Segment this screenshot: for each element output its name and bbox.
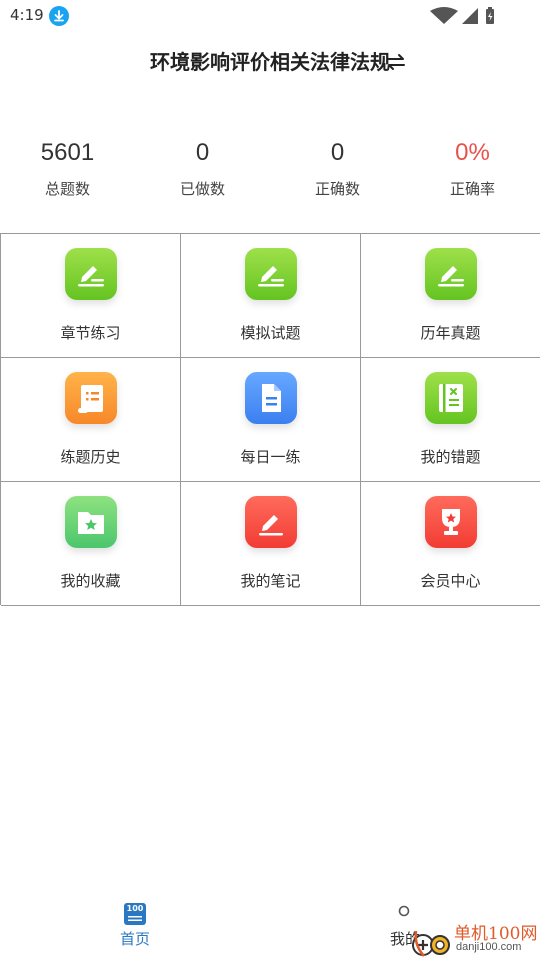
grid-item-label: 历年真题	[420, 324, 481, 342]
grid-item-label: 我的收藏	[60, 572, 121, 590]
grid-item-practice-history[interactable]: 练题历史	[1, 358, 181, 482]
document-icon	[245, 372, 297, 424]
stat-value: 0	[195, 139, 210, 166]
grid-item-wrong-questions[interactable]: 我的错题	[361, 358, 540, 482]
download-icon	[49, 6, 69, 26]
stat-done: 0 已做数	[135, 134, 270, 214]
grid-item-notes[interactable]: 我的笔记	[181, 482, 361, 606]
nav-item-home[interactable]: 100 首页	[100, 903, 170, 955]
status-bar: 4:19	[0, 0, 540, 32]
user-icon	[398, 905, 410, 917]
wrong-book-icon	[425, 372, 477, 424]
edit-icon	[425, 248, 477, 300]
stat-correct: 0 正确数	[270, 134, 405, 214]
home-icon-text: 100	[126, 904, 144, 913]
scroll-icon	[65, 372, 117, 424]
signal-icon	[462, 8, 478, 24]
switch-icon[interactable]	[386, 53, 406, 71]
watermark-url: danji100.com	[456, 941, 522, 953]
grid-item-label: 每日一练	[240, 448, 301, 466]
grid-item-label: 会员中心	[420, 572, 481, 590]
stat-label: 总题数	[44, 180, 90, 198]
watermark: 单机100网 danji100.com	[412, 915, 540, 960]
wifi-icon	[430, 7, 458, 24]
trophy-icon	[425, 496, 477, 548]
nav-home-label: 首页	[119, 930, 150, 948]
grid-item-chapter-practice[interactable]: 章节练习	[1, 234, 181, 358]
stat-value: 0	[330, 139, 345, 166]
stats-summary: 5601 总题数 0 已做数 0 正确数 0% 正确率	[0, 134, 540, 214]
stat-total: 5601 总题数	[0, 134, 135, 214]
stat-accuracy: 0% 正确率	[405, 134, 540, 214]
grid-item-mock-exam[interactable]: 模拟试题	[181, 234, 361, 358]
note-pen-icon	[245, 496, 297, 548]
watermark-logo-icon	[412, 930, 450, 957]
edit-icon	[65, 248, 117, 300]
star-folder-icon	[65, 496, 117, 548]
grid-item-member-center[interactable]: 会员中心	[361, 482, 540, 606]
grid-item-label: 练题历史	[60, 448, 121, 466]
grid-item-daily-practice[interactable]: 每日一练	[181, 358, 361, 482]
grid-item-label: 章节练习	[60, 324, 121, 342]
stat-label: 正确数	[314, 180, 360, 198]
grid-item-label: 我的错题	[420, 448, 481, 466]
stat-value: 0%	[455, 139, 490, 166]
stat-value: 5601	[40, 139, 95, 166]
system-status-icons	[426, 6, 506, 26]
grid-item-favorites[interactable]: 我的收藏	[1, 482, 181, 606]
page-title: 环境影响评价相关法律法规	[150, 50, 390, 74]
function-grid: 章节练习 模拟试题 历年真题 练题历史 每日一练 我的错题 我的收藏 我的笔记 …	[0, 233, 540, 606]
stat-label: 已做数	[179, 180, 225, 198]
header: 环境影响评价相关法律法规	[0, 44, 540, 80]
home-100-icon: 100	[124, 903, 146, 925]
grid-item-label: 我的笔记	[240, 572, 301, 590]
edit-icon	[245, 248, 297, 300]
grid-item-past-exams[interactable]: 历年真题	[361, 234, 540, 358]
stat-label: 正确率	[449, 180, 495, 198]
status-time: 4:19	[10, 6, 44, 24]
grid-item-label: 模拟试题	[240, 324, 301, 342]
